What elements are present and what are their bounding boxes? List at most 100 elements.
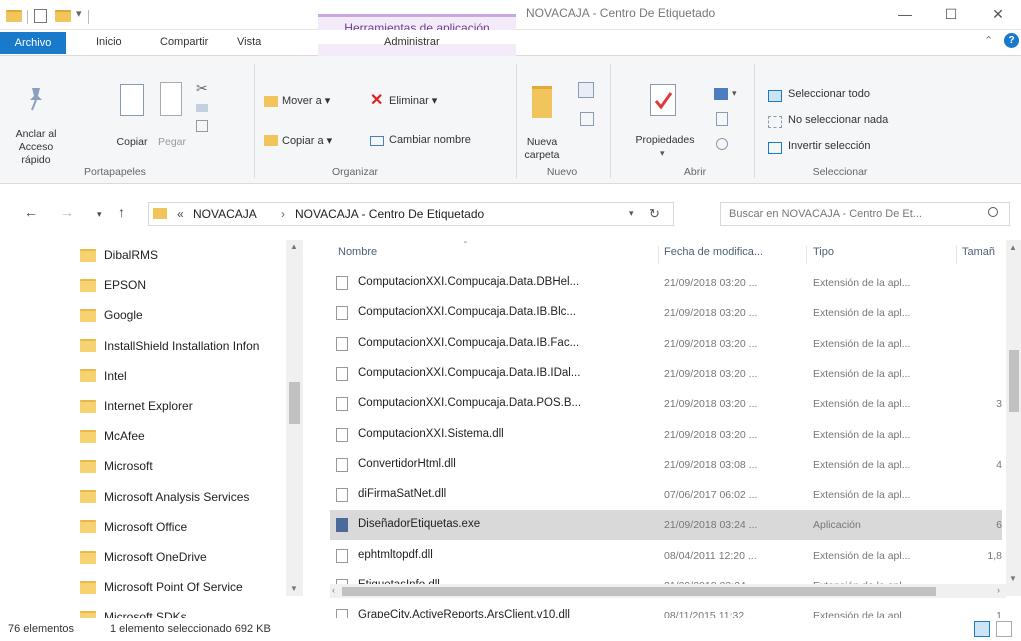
delete-button[interactable]: Eliminar ▾ bbox=[389, 94, 437, 107]
properties-dropdown-icon[interactable]: ▾ bbox=[660, 148, 665, 159]
open-dropdown-icon[interactable]: ▾ bbox=[732, 88, 737, 99]
select-all-button[interactable]: Seleccionar todo bbox=[788, 88, 870, 100]
tree-item-label: EPSON bbox=[104, 278, 147, 293]
scroll-down-icon[interactable]: ▼ bbox=[290, 584, 298, 593]
tab-file[interactable]: Archivo bbox=[0, 32, 66, 54]
tree-item[interactable]: Microsoft OneDrive bbox=[80, 542, 207, 572]
new-folder-quick-icon[interactable] bbox=[55, 10, 71, 22]
history-icon[interactable] bbox=[716, 138, 728, 150]
table-row[interactable]: diFirmaSatNet.dll 07/06/2017 06:02 ... Ext… bbox=[330, 480, 1002, 510]
horizontal-scrollbar-thumb[interactable] bbox=[342, 587, 936, 596]
file-name: ComputacionXXI.Sistema.dll bbox=[358, 427, 504, 440]
scroll-left-icon[interactable]: ‹ bbox=[332, 585, 335, 595]
address-dropdown-icon[interactable]: ▾ bbox=[629, 208, 634, 219]
rename-button[interactable]: Cambiar nombre bbox=[389, 134, 471, 146]
properties-quick-icon[interactable] bbox=[34, 9, 47, 23]
select-none-button[interactable]: No seleccionar nada bbox=[788, 114, 888, 126]
search-input[interactable]: Buscar en NOVACAJA - Centro De Et... bbox=[720, 202, 1010, 226]
tree-item[interactable]: Microsoft Point Of Service bbox=[80, 572, 243, 602]
open-icon[interactable] bbox=[714, 88, 728, 100]
paste-shortcut-icon[interactable] bbox=[196, 120, 208, 132]
file-list-scrollbar[interactable] bbox=[1006, 240, 1021, 596]
column-header-name[interactable]: Nombre bbox=[338, 246, 377, 258]
quick-access-dropdown-icon[interactable]: ▾ bbox=[76, 7, 82, 20]
tree-item-label: Microsoft bbox=[104, 459, 153, 474]
recent-dropdown-icon[interactable]: ▾ bbox=[97, 209, 102, 220]
scroll-up-icon[interactable]: ▲ bbox=[290, 242, 298, 251]
new-folder-button[interactable]: Nueva carpeta bbox=[516, 136, 568, 162]
file-date: 21/09/2018 03:08 ... bbox=[664, 458, 758, 471]
table-row[interactable]: ComputacionXXI.Sistema.dll 21/09/2018 03:… bbox=[330, 420, 1002, 450]
tab-share[interactable]: Compartir bbox=[160, 36, 208, 48]
tab-manage[interactable]: Administrar bbox=[384, 36, 440, 48]
copy-button[interactable]: Copiar bbox=[112, 136, 152, 149]
help-icon[interactable]: ? bbox=[1004, 33, 1019, 48]
tree-item[interactable]: EPSON bbox=[80, 270, 146, 300]
forward-icon[interactable]: → bbox=[60, 204, 74, 220]
up-icon[interactable]: ↑ bbox=[118, 204, 125, 220]
tab-home[interactable]: Inicio bbox=[96, 36, 122, 48]
table-row[interactable]: ComputacionXXI.Compucaja.Data.DBHel... 21… bbox=[330, 268, 1002, 298]
back-icon[interactable]: ← bbox=[24, 204, 38, 220]
table-row[interactable]: ConvertidorHtml.dll 21/09/2018 03:08 ... E… bbox=[330, 450, 1002, 480]
properties-button[interactable]: Propiedades bbox=[626, 134, 704, 147]
close-button[interactable]: ✕ bbox=[975, 0, 1021, 30]
divider bbox=[754, 64, 755, 178]
tree-item-label: Intel bbox=[104, 368, 127, 383]
copy-path-icon[interactable] bbox=[196, 104, 208, 112]
paste-button[interactable]: Pegar bbox=[152, 136, 192, 149]
easy-access-icon[interactable] bbox=[580, 112, 594, 126]
pin-quick-access-button[interactable]: Anclar al Acceso rápido bbox=[8, 128, 64, 167]
maximize-button[interactable]: ☐ bbox=[928, 0, 974, 30]
breadcrumb-item[interactable]: NOVACAJA - Centro De Etiquetado bbox=[295, 207, 484, 221]
table-row[interactable]: ephtmltopdf.dll 08/04/2011 12:20 ... Exten… bbox=[330, 541, 1002, 571]
collapse-ribbon-icon[interactable]: ⌃ bbox=[984, 34, 993, 47]
tab-view[interactable]: Vista bbox=[237, 36, 261, 48]
tree-item[interactable]: Internet Explorer bbox=[80, 391, 193, 421]
breadcrumb-separator[interactable]: › bbox=[281, 207, 285, 221]
tree-item[interactable]: Microsoft bbox=[80, 451, 153, 481]
tree-item[interactable]: InstallShield Installation Infon bbox=[80, 331, 259, 361]
table-row[interactable]: ComputacionXXI.Compucaja.Data.IB.Blc... 2… bbox=[330, 298, 1002, 328]
column-divider[interactable] bbox=[806, 246, 807, 264]
folder-icon bbox=[80, 308, 96, 322]
cut-icon[interactable]: ✂ bbox=[196, 80, 208, 97]
column-header-date[interactable]: Fecha de modifica... bbox=[664, 246, 763, 258]
file-list-scrollbar-thumb[interactable] bbox=[1009, 350, 1019, 412]
breadcrumb-item[interactable]: NOVACAJA bbox=[193, 207, 257, 221]
tree-item[interactable]: Microsoft Office bbox=[80, 512, 187, 542]
tree-item-label: Microsoft Analysis Services bbox=[104, 489, 250, 504]
file-type: Extensión de la apl... bbox=[813, 367, 911, 380]
table-row[interactable]: DiseñadorEtiquetas.exe 21/09/2018 03:24 .… bbox=[330, 510, 1002, 541]
new-item-icon[interactable] bbox=[578, 82, 594, 98]
column-divider[interactable] bbox=[658, 246, 659, 264]
details-view-icon[interactable] bbox=[974, 621, 990, 637]
scroll-right-icon[interactable]: › bbox=[997, 585, 1000, 595]
edit-icon[interactable] bbox=[716, 112, 728, 126]
tree-item[interactable]: Microsoft Analysis Services bbox=[80, 482, 249, 512]
column-divider[interactable] bbox=[956, 246, 957, 264]
refresh-icon[interactable]: ↻ bbox=[649, 206, 660, 222]
copy-to-button[interactable]: Copiar a ▾ bbox=[282, 134, 332, 147]
tree-item[interactable]: McAfee bbox=[80, 421, 145, 451]
table-row[interactable]: ComputacionXXI.Compucaja.Data.POS.B... 21… bbox=[330, 389, 1002, 419]
minimize-button[interactable]: — bbox=[882, 0, 928, 30]
tree-item[interactable]: DibalRMS bbox=[80, 240, 158, 270]
invert-selection-button[interactable]: Invertir selección bbox=[788, 140, 871, 152]
scroll-up-icon[interactable]: ▲ bbox=[1009, 243, 1017, 252]
table-row[interactable]: ComputacionXXI.Compucaja.Data.IB.Fac... 2… bbox=[330, 329, 1002, 359]
scroll-down-icon[interactable]: ▼ bbox=[1009, 574, 1017, 583]
tree-item[interactable]: Google bbox=[80, 300, 143, 330]
tree-item-label: DibalRMS bbox=[104, 248, 159, 262]
file-date: 08/04/2011 12:20 ... bbox=[664, 549, 757, 562]
nav-scrollbar-thumb[interactable] bbox=[289, 382, 300, 424]
column-header-type[interactable]: Tipo bbox=[813, 246, 834, 258]
column-header-size[interactable]: Tamañ bbox=[962, 246, 995, 258]
move-to-button[interactable]: Mover a ▾ bbox=[282, 94, 330, 107]
file-type: Aplicación bbox=[813, 519, 861, 532]
table-row[interactable]: ComputacionXXI.Compucaja.Data.IB.IDal...… bbox=[330, 359, 1002, 389]
breadcrumb-overflow[interactable]: « bbox=[177, 207, 184, 221]
large-icons-view-icon[interactable] bbox=[996, 621, 1012, 637]
address-bar[interactable]: « NOVACAJA › NOVACAJA - Centro De Etique… bbox=[148, 202, 674, 226]
tree-item[interactable]: Intel bbox=[80, 361, 127, 391]
